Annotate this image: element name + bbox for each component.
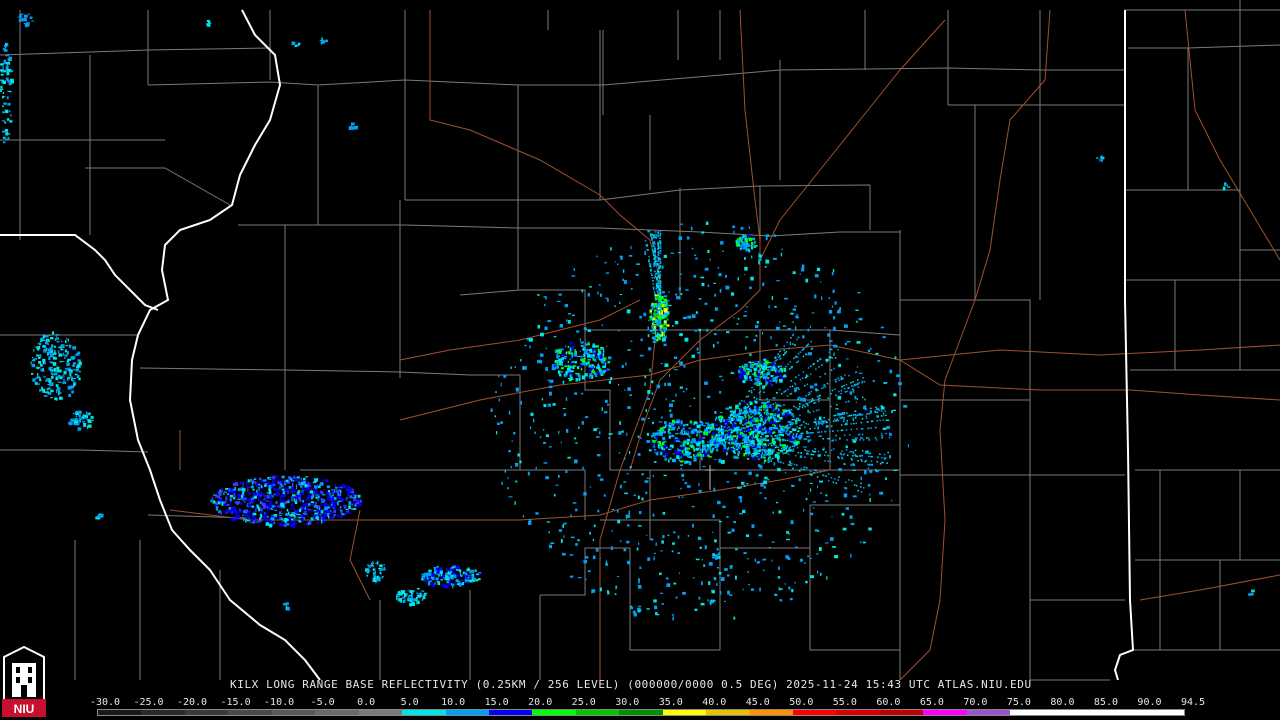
scale-swatch <box>358 710 403 715</box>
scale-label: -15.0 <box>220 697 251 708</box>
scale-label: 60.0 <box>876 697 901 708</box>
scale-label: 35.0 <box>658 697 683 708</box>
scale-swatch <box>966 710 1011 715</box>
scale-swatch <box>1010 710 1054 715</box>
scale-label: 55.0 <box>832 697 857 708</box>
scale-swatch <box>1053 710 1098 715</box>
scale-swatch <box>923 710 967 715</box>
scale-label: 80.0 <box>1050 697 1075 708</box>
scale-label: -20.0 <box>176 697 208 708</box>
scale-swatch <box>836 710 880 715</box>
scale-label: 10.0 <box>441 697 466 708</box>
scale-swatch <box>619 710 663 715</box>
scale-label: 0.0 <box>357 697 376 708</box>
scale-label: 85.0 <box>1093 697 1118 708</box>
scale-label: 30.0 <box>615 697 640 708</box>
scale-swatch <box>98 710 142 715</box>
scale-label: -30.0 <box>89 697 121 708</box>
scale-swatch <box>184 710 229 715</box>
niu-logo: NIU <box>2 645 46 717</box>
color-scale-labels: -30.0 -25.0 -20.0 -15.0 -10.0 -5.0 0.0 5.0 10.0 1… <box>90 697 1205 709</box>
scale-label: 20.0 <box>528 697 553 708</box>
scale-label: 70.0 <box>963 697 988 708</box>
scale-label: 75.0 <box>1006 697 1031 708</box>
scale-swatch <box>445 710 489 715</box>
color-scale-bar <box>97 709 1185 716</box>
scale-swatch <box>488 710 533 715</box>
scale-label: 45.0 <box>745 697 770 708</box>
scale-swatch <box>793 710 837 715</box>
scale-label: 90.0 <box>1137 697 1162 708</box>
scale-swatch <box>706 710 750 715</box>
scale-label: -5.0 <box>310 697 335 708</box>
scale-label: 25.0 <box>571 697 596 708</box>
scale-swatch <box>315 710 359 715</box>
scale-label: 5.0 <box>400 697 419 708</box>
scale-swatch <box>1097 710 1141 715</box>
scale-swatch <box>402 710 446 715</box>
scale-swatch <box>271 710 316 715</box>
scale-swatch <box>749 710 793 715</box>
logo-text: NIU <box>14 702 35 716</box>
scale-label: -10.0 <box>264 697 295 708</box>
scale-label: 15.0 <box>484 697 509 708</box>
radar-map <box>0 0 1280 720</box>
scale-swatch <box>228 710 272 715</box>
scale-label: 94.5 <box>1180 697 1206 708</box>
scale-label: 65.0 <box>919 697 944 708</box>
scale-swatch <box>662 710 707 715</box>
scale-label: -25.0 <box>133 697 164 708</box>
scale-swatch <box>575 710 620 715</box>
product-caption: KILX LONG RANGE BASE REFLECTIVITY (0.25K… <box>230 678 1032 691</box>
scale-swatch <box>141 710 185 715</box>
scale-label: 50.0 <box>789 697 814 708</box>
scale-swatch <box>1140 710 1184 715</box>
scale-swatch <box>532 710 576 715</box>
scale-label: 40.0 <box>702 697 727 708</box>
scale-swatch <box>879 710 924 715</box>
